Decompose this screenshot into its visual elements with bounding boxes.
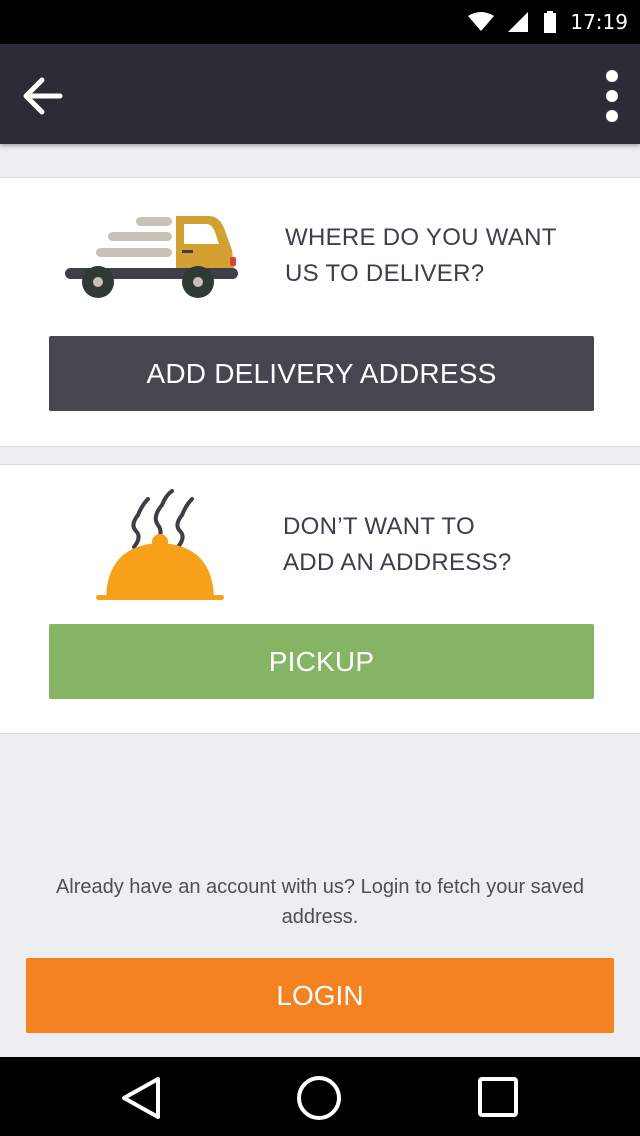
nav-back-icon bbox=[122, 1077, 160, 1119]
overflow-menu-button[interactable] bbox=[600, 70, 624, 122]
nav-recents-icon bbox=[478, 1077, 518, 1117]
wifi-icon bbox=[468, 12, 495, 31]
delivery-truck-icon bbox=[65, 216, 238, 298]
battery-icon bbox=[544, 11, 557, 33]
status-bar: 17:19 bbox=[0, 0, 640, 44]
delivery-prompt: WHERE DO YOU WANT US TO DELIVER? bbox=[285, 220, 557, 292]
delivery-card: WHERE DO YOU WANT US TO DELIVER? ADD DEL… bbox=[0, 177, 640, 447]
more-vert-icon bbox=[606, 70, 618, 122]
login-button[interactable]: LOGIN bbox=[26, 958, 614, 1033]
pickup-prompt-line1: DON’T WANT TO bbox=[283, 513, 475, 540]
arrow-left-icon bbox=[23, 77, 63, 115]
nav-home-icon bbox=[297, 1076, 341, 1120]
nav-back-button[interactable] bbox=[118, 1075, 168, 1121]
nav-recents-button[interactable] bbox=[474, 1075, 524, 1121]
login-note: Already have an account with us? Login t… bbox=[55, 876, 585, 928]
cell-signal-icon bbox=[508, 12, 529, 32]
pickup-prompt: DON’T WANT TO ADD AN ADDRESS? bbox=[283, 509, 512, 581]
pickup-card: DON’T WANT TO ADD AN ADDRESS? PICKUP bbox=[0, 464, 640, 734]
pickup-button[interactable]: PICKUP bbox=[49, 624, 594, 699]
status-time: 17:19 bbox=[570, 10, 628, 34]
system-nav-bar bbox=[0, 1057, 640, 1136]
add-delivery-address-button[interactable]: ADD DELIVERY ADDRESS bbox=[49, 336, 594, 411]
delivery-prompt-line1: WHERE DO YOU WANT bbox=[285, 224, 557, 251]
back-button[interactable] bbox=[20, 74, 68, 118]
app-bar bbox=[0, 44, 640, 144]
nav-home-button[interactable] bbox=[294, 1075, 344, 1121]
delivery-prompt-line2: US TO DELIVER? bbox=[285, 260, 485, 287]
pickup-prompt-line2: ADD AN ADDRESS? bbox=[283, 549, 512, 576]
food-cloche-icon bbox=[96, 489, 224, 600]
